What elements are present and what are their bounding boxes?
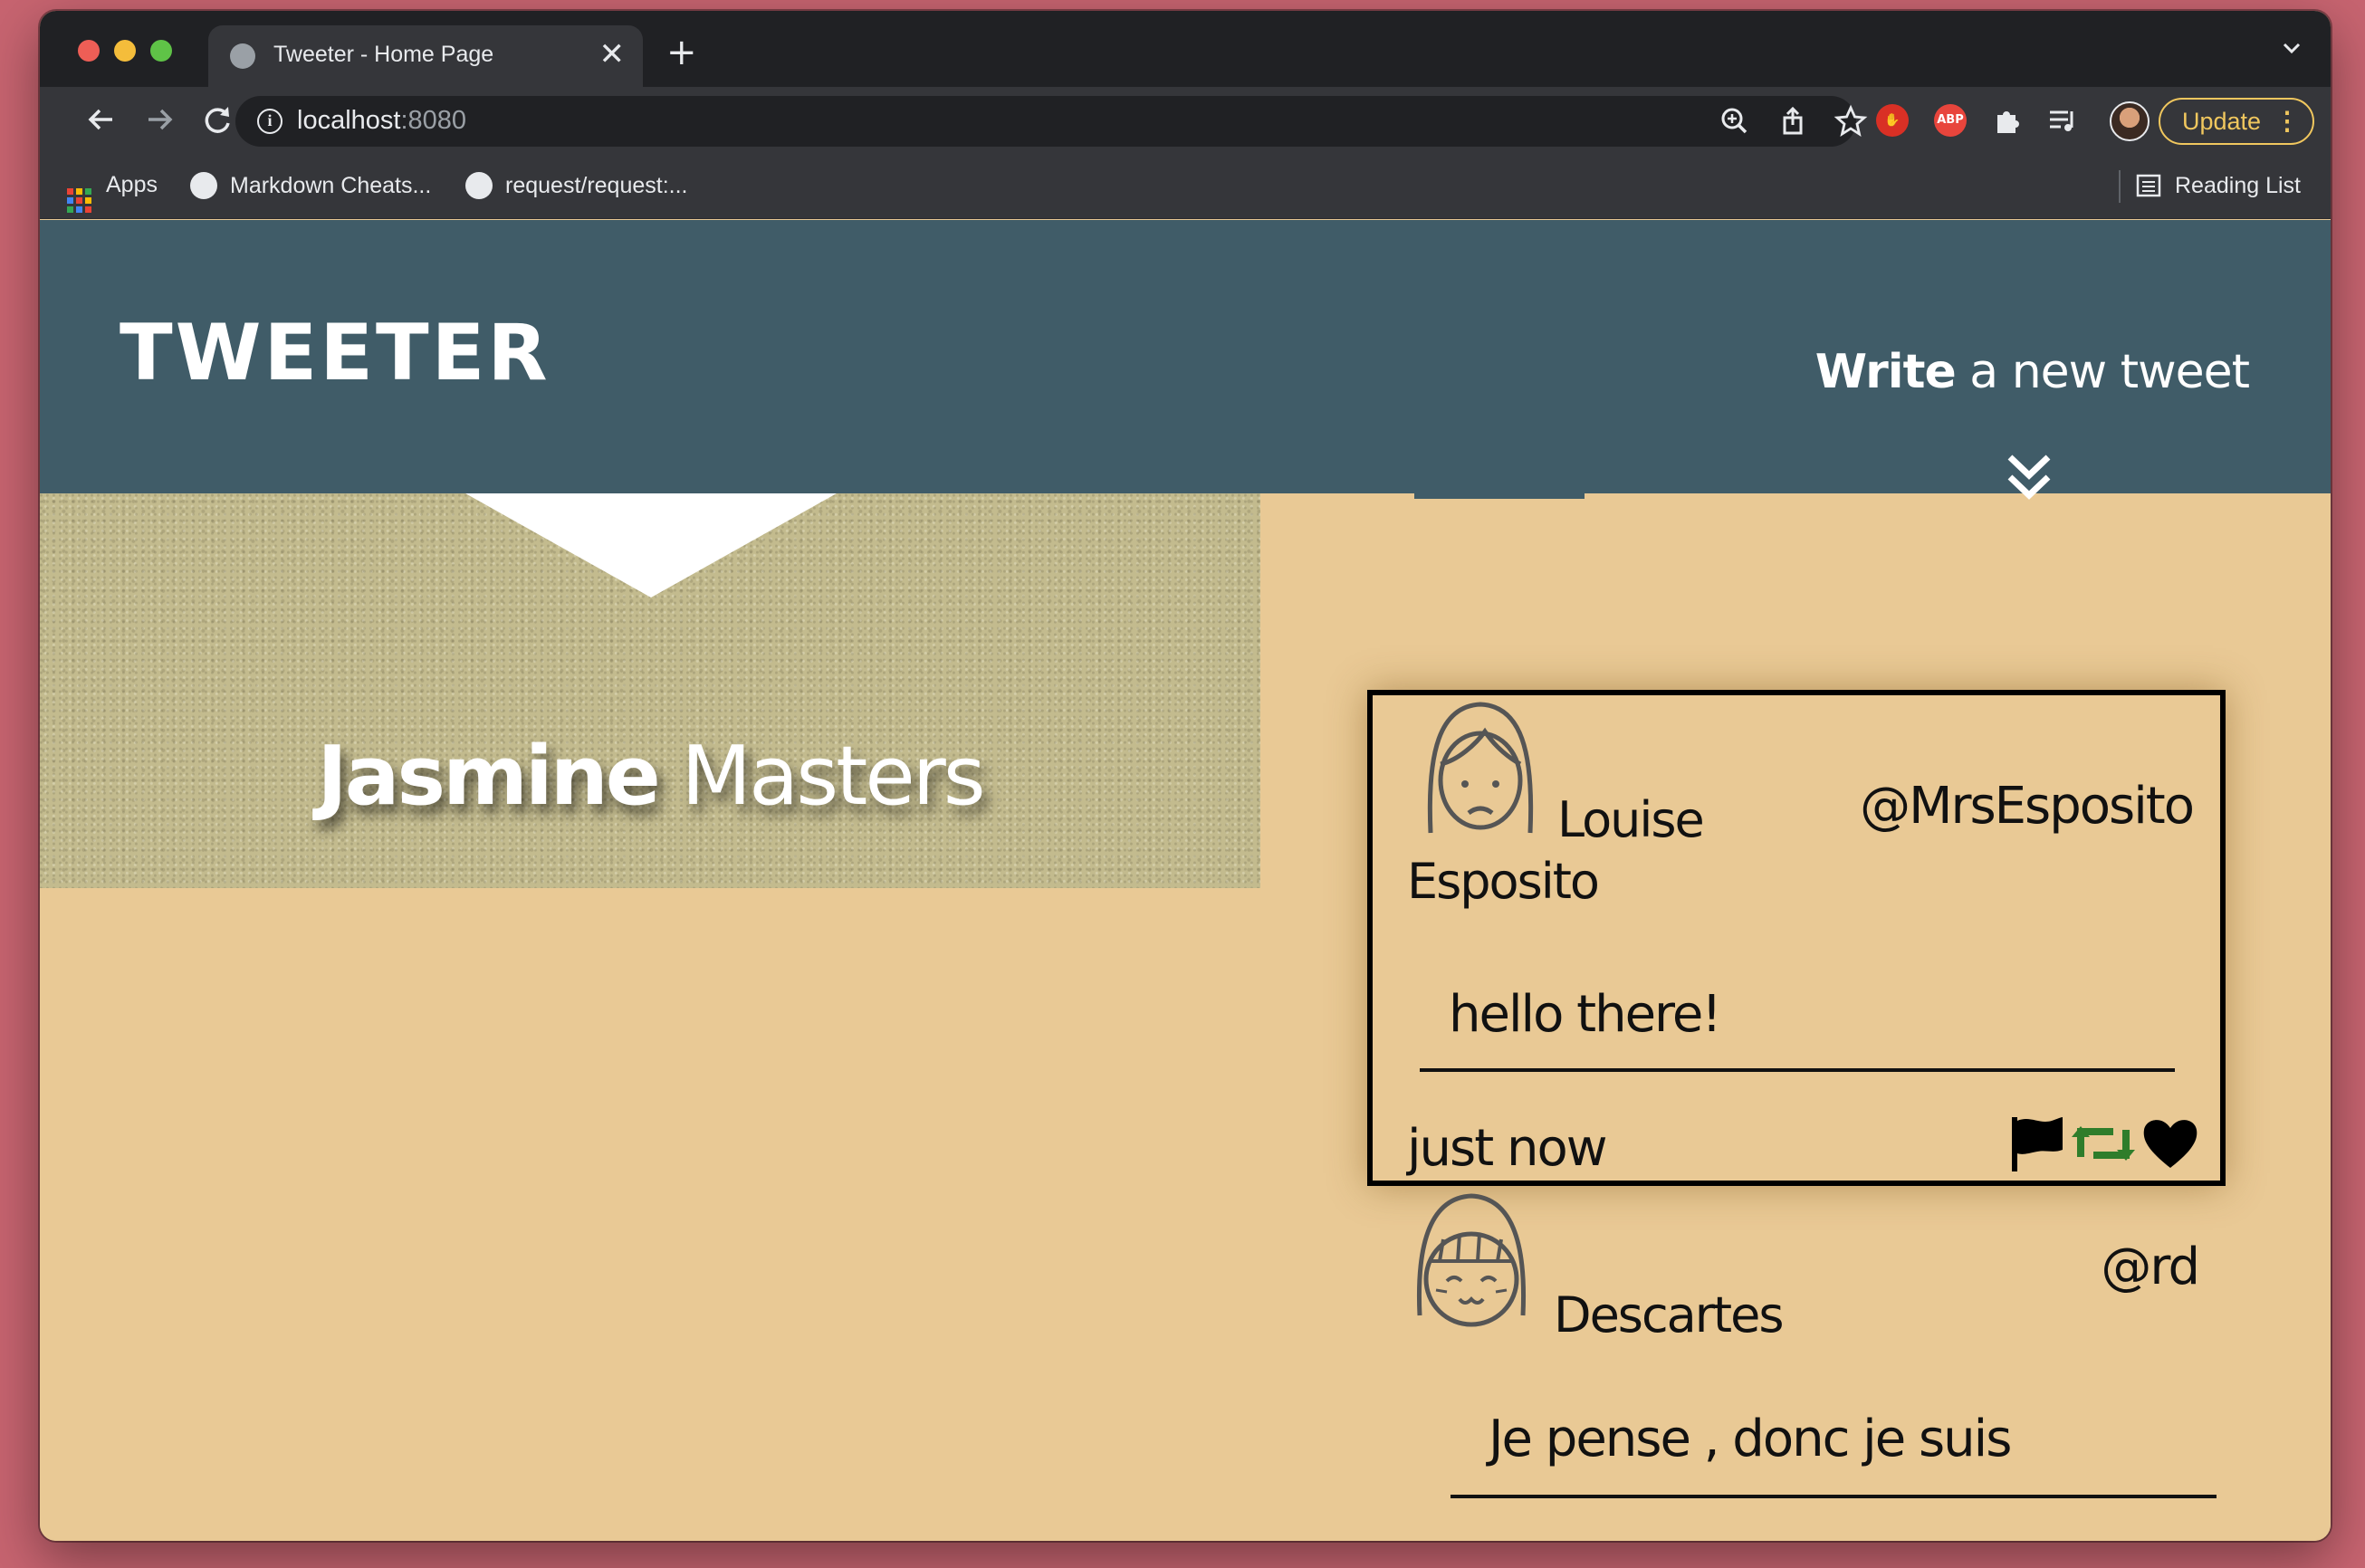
address-bar[interactable]: i localhost:8080 — [235, 96, 1868, 147]
profile-name: Jasmine Masters — [317, 729, 985, 824]
tab-bar: Tweeter - Home Page ✕ + — [40, 11, 2331, 87]
reload-icon[interactable] — [196, 98, 239, 141]
tweet-author-handle: @MrsEsposito — [1860, 777, 2195, 836]
reading-list-icon — [2136, 174, 2161, 197]
browser-window: Tweeter - Home Page ✕ + i localhost:8080 — [40, 11, 2331, 1541]
profile-avatar[interactable] — [2110, 101, 2150, 141]
header-tab-strip — [1414, 488, 1585, 499]
tweet-text: hello there! — [1449, 985, 1722, 1044]
tweet-divider — [1420, 1068, 2175, 1072]
url-text[interactable]: localhost:8080 — [297, 106, 466, 136]
tweet-text: Je pense , donc je suis — [1489, 1410, 2012, 1468]
site-logo[interactable]: TWEETER — [120, 314, 551, 392]
tweet-actions — [2008, 1114, 2200, 1173]
profile-notch — [465, 493, 837, 598]
compose-toggle[interactable]: Write a new tweet — [1815, 345, 2250, 399]
new-tab-button[interactable]: + — [666, 34, 697, 71]
bookmarks-divider — [2119, 170, 2121, 203]
apps-grid-icon — [67, 188, 91, 213]
zoom-icon[interactable] — [1717, 103, 1753, 139]
github-icon — [465, 172, 493, 199]
close-window-button[interactable] — [78, 40, 100, 62]
globe-icon — [230, 43, 255, 69]
minimize-window-button[interactable] — [114, 40, 136, 62]
bookmark-request[interactable]: request/request:... — [465, 172, 688, 199]
tweet-author-name: Descartes — [1554, 1286, 1784, 1343]
flag-icon[interactable] — [2048, 1540, 2106, 1541]
tab-search-chevron-icon[interactable] — [2278, 34, 2305, 62]
bookmark-apps[interactable]: Apps — [67, 172, 158, 213]
update-button[interactable]: Update ⋮ — [2159, 98, 2314, 145]
page-viewport: TWEETER Write a new tweet Jasmine Master… — [40, 220, 2331, 1541]
site-info-icon[interactable]: i — [257, 109, 282, 134]
maximize-window-button[interactable] — [150, 40, 172, 62]
flag-icon[interactable] — [2008, 1114, 2066, 1173]
tweet-actions — [2048, 1540, 2235, 1541]
extensions-puzzle-icon[interactable] — [1990, 104, 2023, 137]
forward-arrow-icon[interactable] — [138, 98, 181, 141]
tab-title: Tweeter - Home Page — [273, 42, 494, 67]
back-arrow-icon[interactable] — [80, 98, 123, 141]
tweet-author-handle: @rd — [2101, 1238, 2200, 1296]
profile-banner: Jasmine Masters — [40, 493, 1260, 888]
bookmark-star-icon[interactable] — [1833, 103, 1869, 139]
media-queue-icon[interactable] — [2046, 104, 2079, 137]
tweet-timestamp: just now — [1407, 1119, 1608, 1178]
tweet-author-name: Louise Esposito — [1407, 791, 1705, 910]
site-header: TWEETER Write a new tweet — [40, 220, 2331, 500]
heart-icon[interactable] — [2140, 1114, 2200, 1173]
stop-hand-extension-icon[interactable]: ✋ — [1876, 104, 1909, 137]
adblock-extension-icon[interactable]: ABP — [1934, 104, 1967, 137]
browser-toolbar: i localhost:8080 ✋ ABP Update ⋮ — [40, 87, 2331, 154]
heart-icon[interactable] — [2175, 1540, 2235, 1541]
tweet-card: Descartes @rd Je pense , donc je suis — [1367, 1189, 2226, 1541]
share-icon[interactable] — [1775, 103, 1811, 139]
browser-tab[interactable]: Tweeter - Home Page ✕ — [208, 25, 643, 87]
menu-dots-icon: ⋮ — [2274, 107, 2300, 135]
double-chevron-down-icon[interactable] — [2003, 452, 2055, 504]
tweet-card: Louise Esposito @MrsEsposito hello there… — [1367, 690, 2226, 1186]
tweet-divider — [1451, 1495, 2217, 1498]
bookmark-markdown-cheatsheet[interactable]: Markdown Cheats... — [190, 172, 431, 199]
retweet-icon[interactable] — [2072, 1114, 2135, 1173]
reading-list-button[interactable]: Reading List — [2135, 172, 2301, 199]
bookmarks-bar: Apps Markdown Cheats... request/request:… — [40, 154, 2331, 219]
happy-girl-avatar-icon — [1416, 1193, 1527, 1327]
tab-close-icon[interactable]: ✕ — [599, 34, 626, 74]
github-icon — [190, 172, 217, 199]
